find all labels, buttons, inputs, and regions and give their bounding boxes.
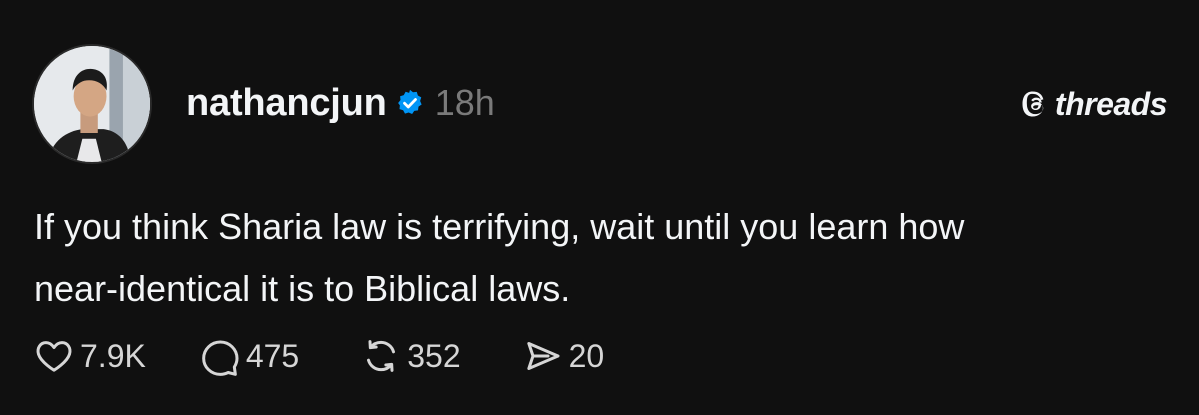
verified-badge-icon: [395, 88, 425, 118]
repost-button[interactable]: 352: [361, 336, 461, 376]
post-actions: 7.9K 475 352 20: [34, 334, 604, 378]
threads-wordmark: threads: [1054, 85, 1168, 122]
threads-post: nathancjun 18h threads If you think Shar…: [0, 0, 1199, 415]
reply-count: 475: [245, 337, 300, 374]
post-text-line-2: near-identical it is to Biblical laws.: [34, 268, 571, 309]
share-button[interactable]: 20: [523, 336, 605, 376]
threads-brand[interactable]: threads: [1021, 84, 1168, 124]
post-timestamp[interactable]: 18h: [435, 82, 495, 124]
reply-button[interactable]: 475: [200, 336, 299, 376]
share-count: 20: [568, 337, 605, 374]
post-header: nathancjun 18h: [186, 80, 495, 126]
like-button[interactable]: 7.9K: [34, 336, 146, 376]
post-text-line-1: If you think Sharia law is terrifying, w…: [34, 206, 965, 247]
like-count: 7.9K: [80, 337, 146, 374]
threads-logo-icon: [1021, 89, 1051, 119]
send-icon: [523, 336, 563, 376]
repost-count: 352: [407, 337, 461, 374]
heart-icon: [34, 336, 74, 376]
comment-icon: [200, 336, 240, 376]
post-text: If you think Sharia law is terrifying, w…: [34, 196, 1154, 320]
repost-icon: [361, 336, 401, 376]
username[interactable]: nathancjun: [186, 82, 387, 125]
profile-photo-icon: [34, 46, 150, 162]
avatar[interactable]: [32, 44, 152, 164]
